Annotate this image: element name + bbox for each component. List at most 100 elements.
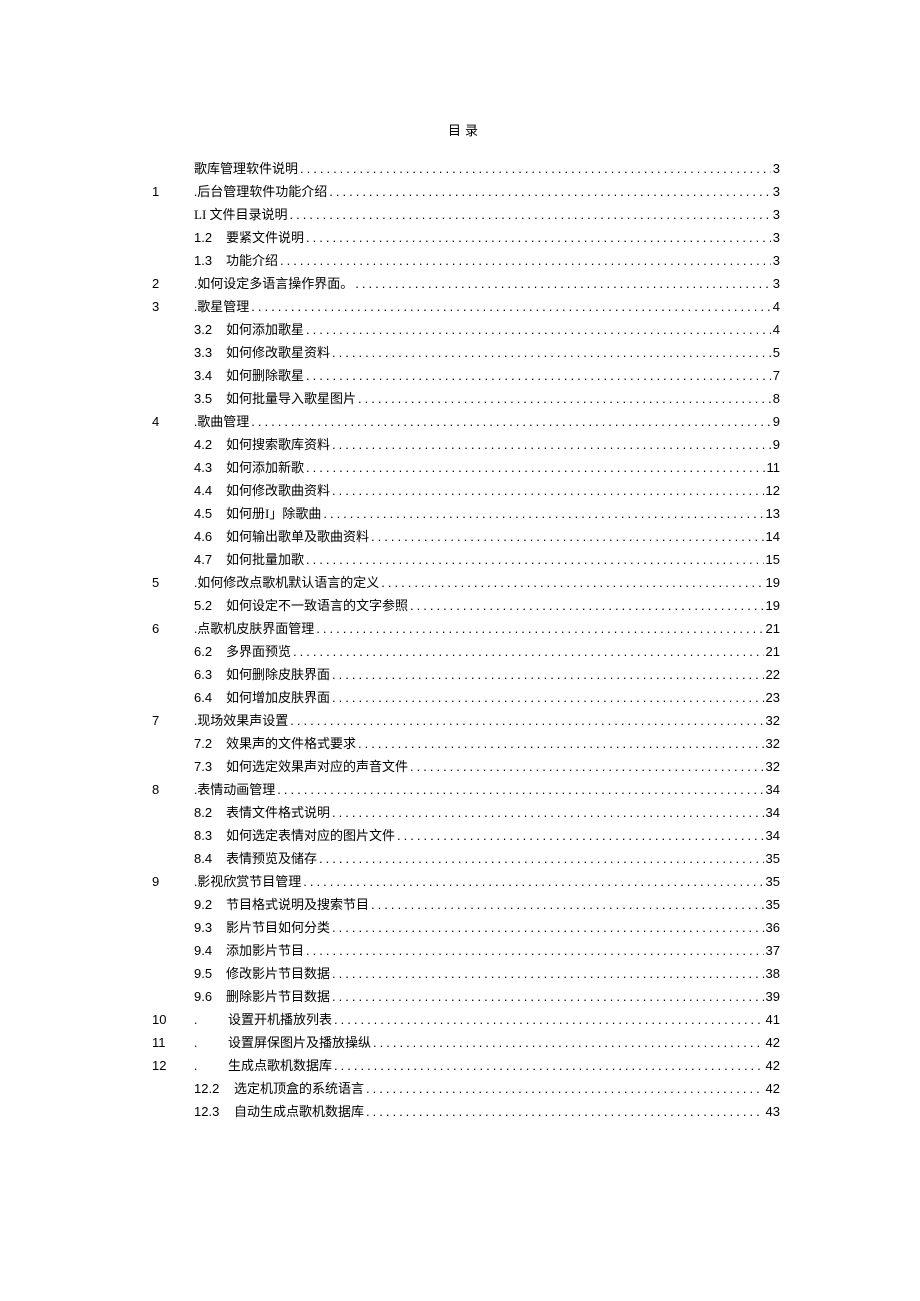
toc-entry[interactable]: 7.2效果声的文件格式要求 32 <box>150 732 780 755</box>
toc-entry-label: 如何搜索歌库资料 <box>226 433 332 456</box>
toc-entry-label: 添加影片节目 <box>226 939 306 962</box>
toc-section-number: 7.3 <box>194 755 226 778</box>
toc-entry[interactable]: 12.3自动生成点歌机数据库43 <box>150 1100 780 1123</box>
toc-page-number: 3 <box>771 226 780 249</box>
toc-entry[interactable]: 5.2如何设定不一致语言的文字参照19 <box>150 594 780 617</box>
toc-leader-dots <box>358 732 764 755</box>
toc-entry-label: 节目格式说明及搜索节目 <box>226 893 371 916</box>
toc-entry[interactable]: 6.3如何删除皮肤界面22 <box>150 663 780 686</box>
toc-section-number: 3.4 <box>194 364 226 387</box>
toc-leader-dots <box>397 824 764 847</box>
toc-page-number: 42 <box>764 1054 780 1077</box>
toc-entry[interactable]: 4.歌曲管理9 <box>150 410 780 433</box>
toc-section-number: 9.5 <box>194 962 226 985</box>
toc-page-number: 35 <box>764 893 780 916</box>
toc-leader-dots <box>332 801 764 824</box>
toc-entry[interactable]: 歌库管理软件说明3 <box>150 157 780 180</box>
toc-entry[interactable]: 4.4如何修改歌曲资料12 <box>150 479 780 502</box>
toc-entry[interactable]: 9.3影片节目如何分类36 <box>150 916 780 939</box>
toc-chapter-number: 9 <box>150 870 194 893</box>
toc-entry[interactable]: 5.如何修改点歌机默认语言的定义19 <box>150 571 780 594</box>
toc-chapter-number: 5 <box>150 571 194 594</box>
toc-page-number: 8 <box>771 387 780 410</box>
toc-entry-label: 表情预览及储存 <box>226 847 319 870</box>
toc-chapter-number: 6 <box>150 617 194 640</box>
toc-entry[interactable]: 9.影视欣赏节目管理35 <box>150 870 780 893</box>
toc-leader-dots <box>306 456 764 479</box>
toc-leader-dots <box>410 755 764 778</box>
toc-entry[interactable]: 4.5如何册I」除歌曲13 <box>150 502 780 525</box>
toc-page-number: 43 <box>764 1100 780 1123</box>
toc-page-number: 15 <box>764 548 780 571</box>
toc-entry[interactable]: 9.6删除影片节目数据39 <box>150 985 780 1008</box>
toc-entry[interactable]: 6.4如何增加皮肤界面23 <box>150 686 780 709</box>
toc-entry[interactable]: 2.如何设定多语言操作界面。3 <box>150 272 780 295</box>
toc-entry-label: 删除影片节目数据 <box>226 985 332 1008</box>
toc-entry[interactable]: 3.4如何删除歌星7 <box>150 364 780 387</box>
toc-section-number: 5.2 <box>194 594 226 617</box>
toc-entry[interactable]: 9.5修改影片节目数据38 <box>150 962 780 985</box>
toc-leader-dots <box>306 548 764 571</box>
toc-page-number: 34 <box>764 801 780 824</box>
toc-leader-dots <box>332 433 771 456</box>
toc-entry[interactable]: 4.6如何输出歌单及歌曲资料14 <box>150 525 780 548</box>
toc-entry[interactable]: 12.2选定机顶盒的系统语言42 <box>150 1077 780 1100</box>
toc-entry[interactable]: 6.点歌机皮肤界面管理21 <box>150 617 780 640</box>
toc-leader-dots <box>319 847 764 870</box>
toc-entry[interactable]: 12.生成点歌机数据库42 <box>150 1054 780 1077</box>
toc-entry[interactable]: 6.2多界面预览21 <box>150 640 780 663</box>
toc-entry[interactable]: 3.5如何批量导入歌星图片8 <box>150 387 780 410</box>
toc-dot: . <box>194 1031 206 1054</box>
toc-entry-label: 如何选定表情对应的图片文件 <box>226 824 397 847</box>
toc-entry[interactable]: 8.3如何选定表情对应的图片文件34 <box>150 824 780 847</box>
toc-leader-dots <box>358 387 771 410</box>
toc-leader-dots <box>303 870 763 893</box>
toc-entry-label: 效果声的文件格式要求 <box>226 732 358 755</box>
toc-entry-label: .现场效果声设置 <box>194 709 290 732</box>
toc-entry[interactable]: 1.2要紧文件说明3 <box>150 226 780 249</box>
toc-entry[interactable]: 9.4添加影片节目37 <box>150 939 780 962</box>
toc-page-number: 9 <box>771 410 780 433</box>
toc-leader-dots <box>251 410 771 433</box>
toc-entry-label: 如何修改歌星资料 <box>226 341 332 364</box>
toc-entry-label: 如何选定效果声对应的声音文件 <box>226 755 410 778</box>
toc-entry[interactable]: 11.设置屏保图片及播放操纵42 <box>150 1031 780 1054</box>
toc-leader-dots <box>323 502 763 525</box>
toc-entry[interactable]: 4.2如何搜索歌库资料9 <box>150 433 780 456</box>
toc-entry[interactable]: 10.设置开机播放列表41 <box>150 1008 780 1031</box>
toc-entry[interactable]: 8.4表情预览及储存35 <box>150 847 780 870</box>
toc-section-number: 7.2 <box>194 732 226 755</box>
toc-section-number: 3.2 <box>194 318 226 341</box>
toc-leader-dots <box>366 1077 764 1100</box>
toc-entry-label: 如何修改歌曲资料 <box>226 479 332 502</box>
toc-dot: . <box>194 1008 206 1031</box>
toc-entry[interactable]: 4.3如何添加新歌11 <box>150 456 780 479</box>
toc-entry-label: 影片节目如何分类 <box>226 916 332 939</box>
toc-entry[interactable]: 1.3功能介绍3 <box>150 249 780 272</box>
toc-entry-label: 功能介绍 <box>226 249 280 272</box>
toc-entry[interactable]: 9.2节目格式说明及搜索节目35 <box>150 893 780 916</box>
toc-page-number: 12 <box>764 479 780 502</box>
toc-page-number: 32 <box>764 732 780 755</box>
toc-entry[interactable]: 3.2如何添加歌星4 <box>150 318 780 341</box>
toc-section-number: 4.6 <box>194 525 226 548</box>
toc-chapter-number: 12 <box>150 1054 194 1077</box>
toc-entry[interactable]: LI 文件目录说明3 <box>150 203 780 226</box>
toc-leader-dots <box>334 1008 764 1031</box>
toc-section-number: 8.2 <box>194 801 226 824</box>
toc-entry[interactable]: 8.2表情文件格式说明34 <box>150 801 780 824</box>
toc-entry[interactable]: 3.歌星管理4 <box>150 295 780 318</box>
toc-leader-dots <box>366 1100 764 1123</box>
toc-entry-label: .点歌机皮肤界面管理 <box>194 617 316 640</box>
toc-section-number: 8.4 <box>194 847 226 870</box>
toc-entry[interactable]: 3.3如何修改歌星资料5 <box>150 341 780 364</box>
toc-entry[interactable]: 7.现场效果声设置32 <box>150 709 780 732</box>
toc-page-number: 3 <box>771 249 780 272</box>
toc-entry[interactable]: 4.7如何批量加歌15 <box>150 548 780 571</box>
toc-entry[interactable]: 8.表情动画管理34 <box>150 778 780 801</box>
toc-chapter-number: 3 <box>150 295 194 318</box>
toc-entry[interactable]: 7.3如何选定效果声对应的声音文件32 <box>150 755 780 778</box>
toc-entry[interactable]: 1.后台管理软件功能介绍3 <box>150 180 780 203</box>
toc-page-number: 9 <box>771 433 780 456</box>
toc-section-number: 6.2 <box>194 640 226 663</box>
